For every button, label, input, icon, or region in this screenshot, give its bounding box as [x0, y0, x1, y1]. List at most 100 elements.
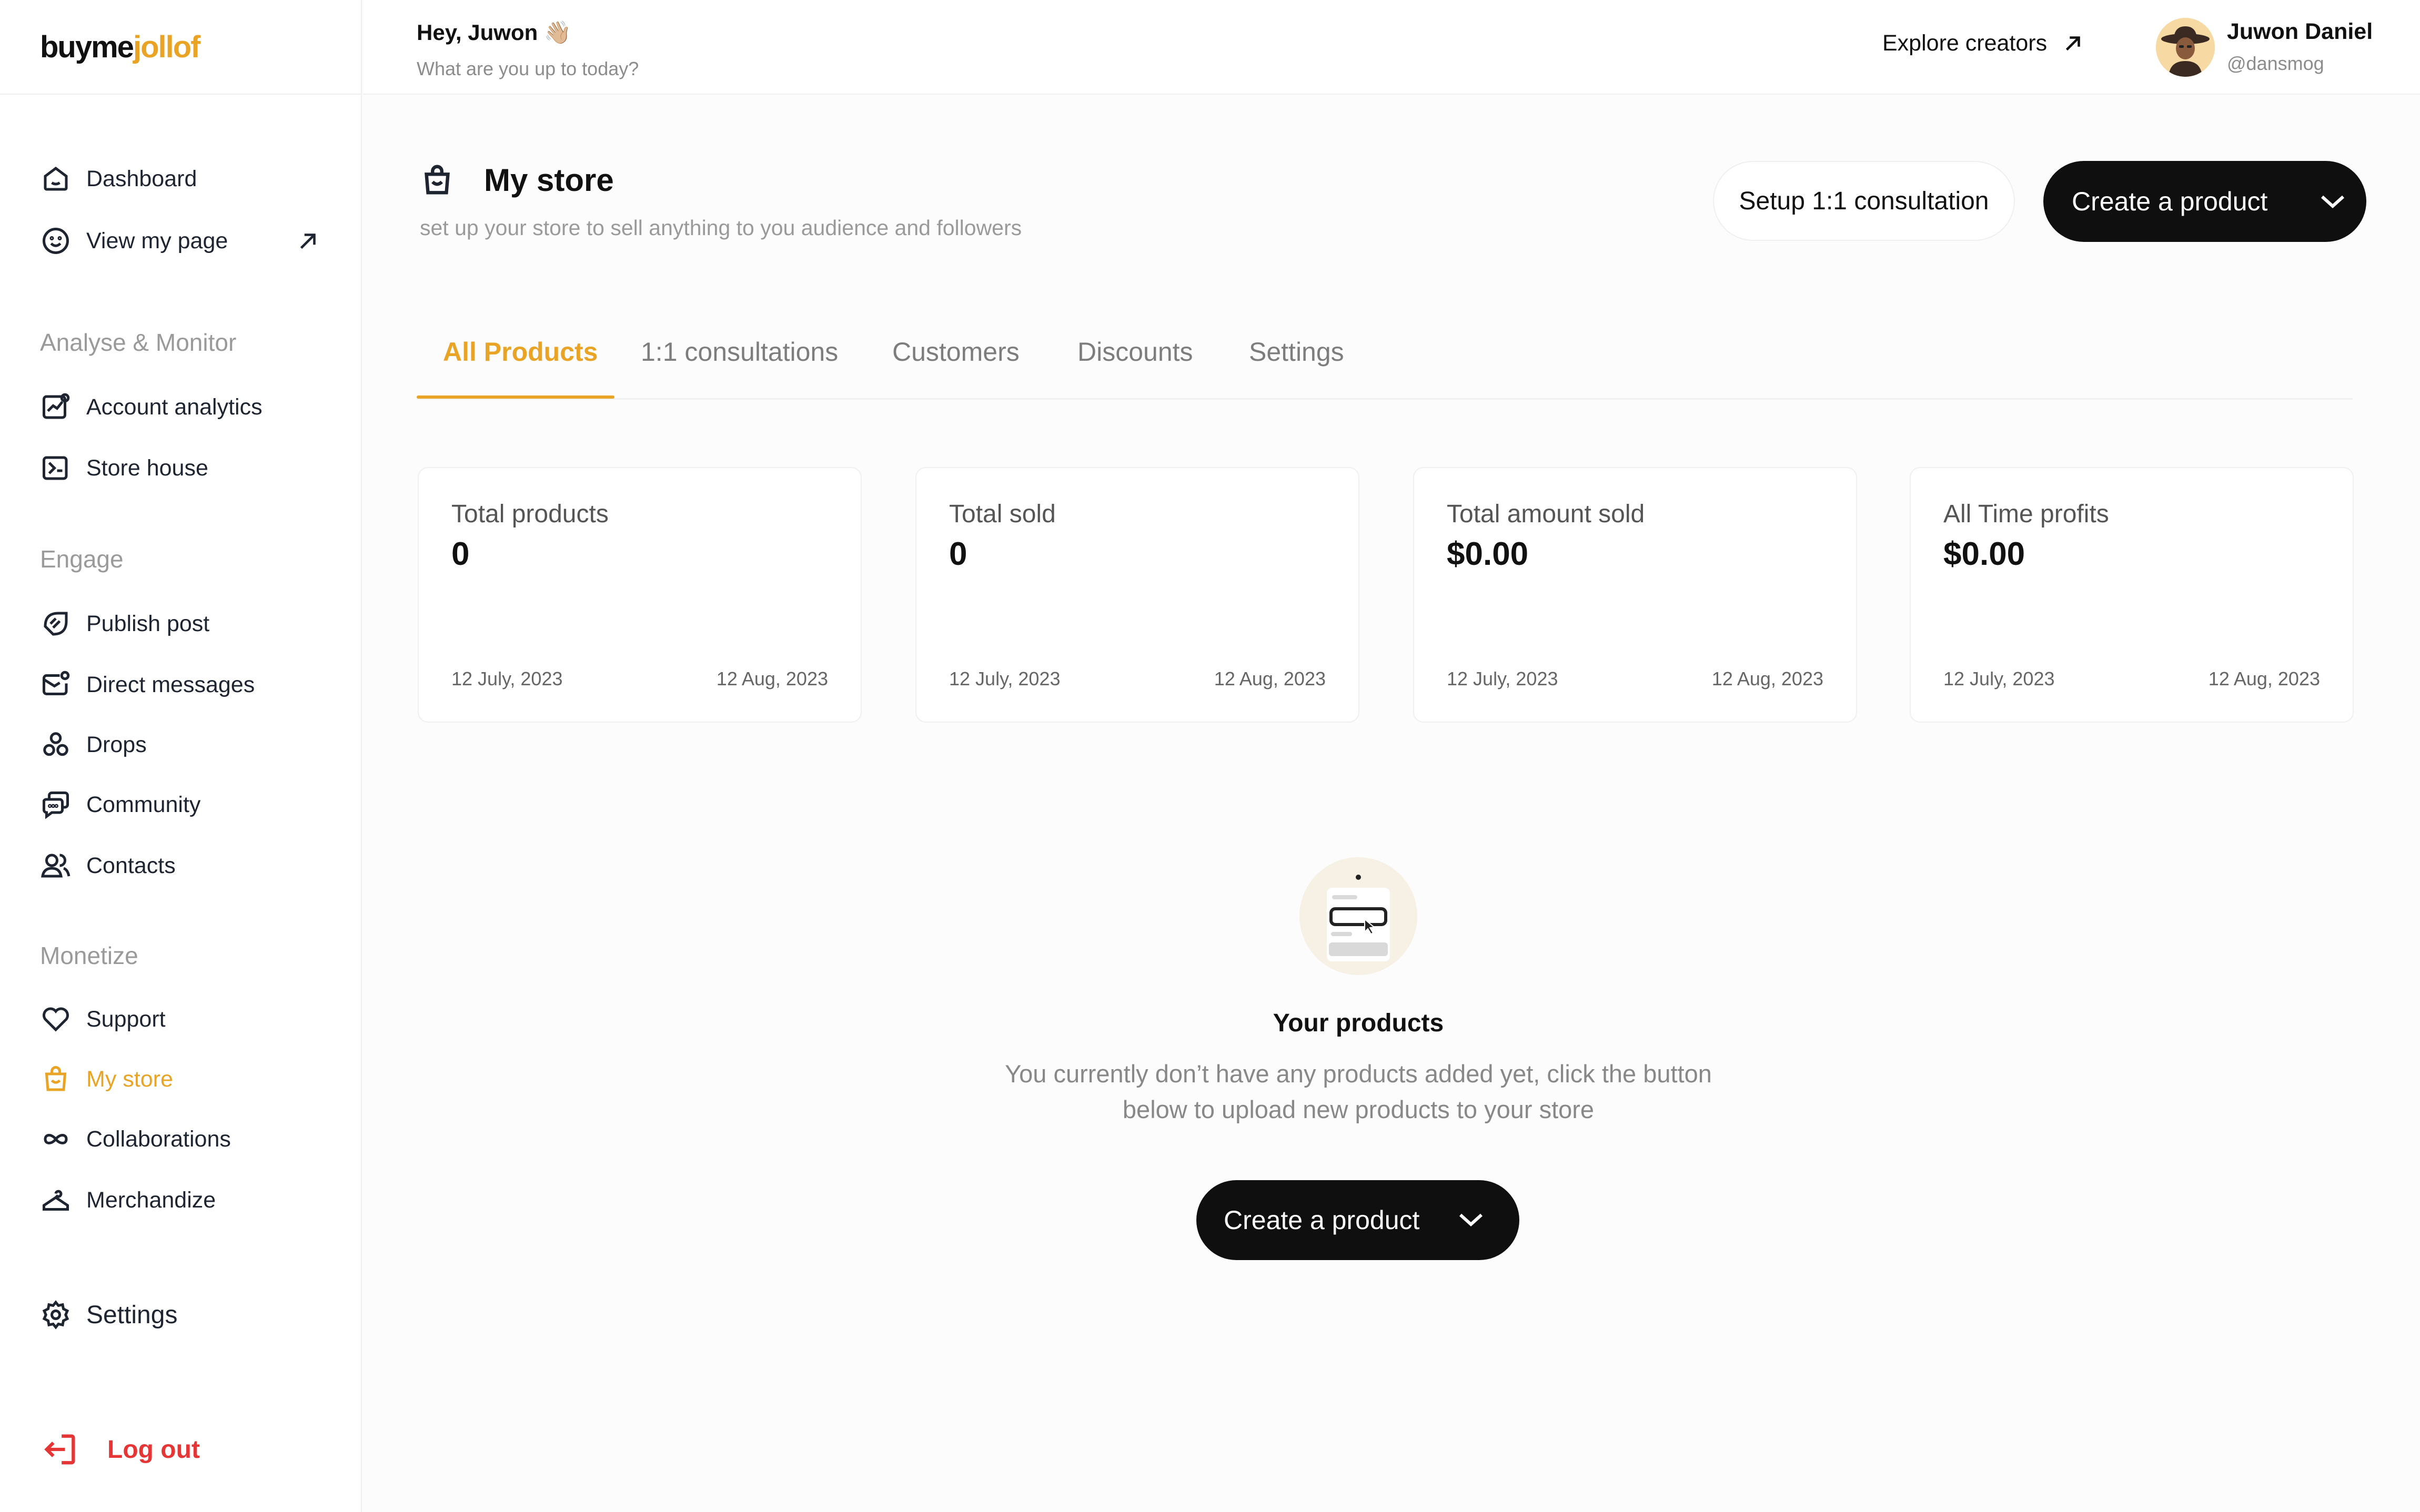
sidebar-item-label: Support — [86, 1006, 166, 1032]
sidebar-item-label: Settings — [86, 1301, 178, 1329]
sidebar-item-label: Store house — [86, 455, 208, 481]
brand-logo[interactable]: buymejollof — [40, 29, 200, 65]
sidebar-item-community[interactable]: Community — [40, 784, 200, 826]
sidebar-item-dashboard[interactable]: Dashboard — [40, 158, 197, 200]
infinity-icon — [40, 1123, 72, 1155]
logout-icon — [40, 1429, 80, 1469]
stat-value: $0.00 — [1447, 536, 1529, 572]
greeting-text: Hey, Juwon 👋🏼 — [417, 20, 572, 45]
empty-state-title: Your products — [1273, 1009, 1444, 1037]
empty-products-illustration-icon — [1299, 857, 1417, 975]
avatar-image — [2156, 18, 2215, 77]
stat-value: 0 — [949, 536, 967, 572]
chevron-down-icon — [1459, 1213, 1483, 1227]
stat-date-to: 12 Aug, 2023 — [716, 668, 828, 689]
smiley-icon — [40, 225, 72, 257]
sidebar-item-label: Direct messages — [86, 672, 255, 697]
page-title: My store — [484, 163, 614, 198]
home-icon — [40, 163, 72, 195]
sidebar-item-label: Dashboard — [86, 166, 197, 191]
stat-date-from: 12 July, 2023 — [949, 668, 1061, 689]
chevron-down-icon — [2321, 195, 2345, 209]
tab-all-products[interactable]: All Products — [443, 337, 598, 367]
section-label-monetize: Monetize — [40, 942, 138, 969]
sidebar-item-label: Account analytics — [86, 394, 263, 420]
tab-discounts[interactable]: Discounts — [1077, 337, 1193, 367]
message-icon — [40, 669, 72, 701]
external-arrow-icon — [295, 228, 321, 255]
community-icon — [40, 789, 72, 820]
stat-value: 0 — [451, 536, 470, 572]
top-header: Hey, Juwon 👋🏼 What are you up to today? … — [363, 0, 2420, 95]
stat-date-from: 12 July, 2023 — [451, 668, 563, 689]
external-arrow-icon — [2065, 36, 2080, 50]
bag-icon — [40, 1063, 72, 1095]
drops-icon — [40, 729, 72, 760]
avatar[interactable] — [2156, 18, 2215, 77]
sidebar-item-publish-post[interactable]: Publish post — [40, 603, 209, 645]
stat-card-total-amount-sold: Total amount sold $0.00 12 July, 2023 12… — [1413, 467, 1857, 723]
sidebar-item-support[interactable]: Support — [40, 998, 166, 1040]
tab-customers[interactable]: Customers — [892, 337, 1020, 367]
sidebar-item-label: Drops — [86, 732, 147, 757]
stat-title: Total amount sold — [1447, 500, 1645, 528]
sidebar-item-label: My store — [86, 1066, 173, 1092]
setup-consultation-label: Setup 1:1 consultation — [1739, 187, 1989, 215]
stat-date-from: 12 July, 2023 — [1943, 668, 2055, 689]
sidebar-item-contacts[interactable]: Contacts — [40, 845, 176, 887]
publish-icon — [40, 608, 72, 640]
logo-row: buymejollof — [0, 0, 362, 95]
user-name: Juwon Daniel — [2227, 19, 2373, 44]
store-tabs: All Products 1:1 consultations Customers… — [417, 326, 2353, 400]
logout-button[interactable]: Log out — [40, 1428, 200, 1470]
create-product-button-empty[interactable]: Create a product — [1196, 1180, 1519, 1260]
sidebar-item-store-house[interactable]: Store house — [40, 447, 208, 489]
explore-creators-label: Explore creators — [1882, 31, 2048, 56]
tab-settings[interactable]: Settings — [1249, 337, 1344, 367]
create-product-button[interactable]: Create a product — [2043, 161, 2366, 242]
empty-state-line: below to upload new products to your sto… — [1122, 1095, 1595, 1123]
stat-title: Total sold — [949, 500, 1056, 528]
section-label-analyse: Analyse & Monitor — [40, 329, 237, 356]
sidebar-item-direct-messages[interactable]: Direct messages — [40, 664, 255, 706]
stat-title: Total products — [451, 500, 609, 528]
sidebar-item-collaborations[interactable]: Collaborations — [40, 1118, 231, 1160]
setup-consultation-button[interactable]: Setup 1:1 consultation — [1713, 161, 2015, 241]
tab-consultations[interactable]: 1:1 consultations — [641, 337, 838, 367]
stat-value: $0.00 — [1943, 536, 2025, 572]
explore-creators-link[interactable]: Explore creators — [1882, 31, 2085, 56]
section-label-engage: Engage — [40, 545, 124, 573]
empty-state-description: You currently don’t have any products ad… — [363, 1056, 2354, 1128]
sidebar-item-drops[interactable]: Drops — [40, 724, 147, 766]
stat-card-total-sold: Total sold 0 12 July, 2023 12 Aug, 2023 — [915, 467, 1359, 723]
gear-icon — [40, 1299, 72, 1331]
create-product-label: Create a product — [1224, 1205, 1420, 1235]
logout-label: Log out — [107, 1435, 200, 1464]
stat-card-total-products: Total products 0 12 July, 2023 12 Aug, 2… — [418, 467, 862, 723]
create-product-label: Create a product — [2072, 187, 2268, 216]
brand-logo-part1: buyme — [40, 29, 134, 64]
stat-card-all-time-profits: All Time profits $0.00 12 July, 2023 12 … — [1910, 467, 2354, 723]
active-tab-indicator — [417, 395, 614, 399]
sidebar-item-settings[interactable]: Settings — [40, 1294, 177, 1336]
stat-date-to: 12 Aug, 2023 — [1711, 668, 1823, 689]
sidebar-item-view-my-page[interactable]: View my page — [40, 220, 228, 262]
page-subtitle: set up your store to sell anything to yo… — [420, 216, 1022, 240]
bag-icon — [419, 162, 456, 199]
heart-icon — [40, 1003, 72, 1035]
sidebar-item-label: Community — [86, 791, 201, 817]
stat-date-to: 12 Aug, 2023 — [1214, 668, 1326, 689]
stat-date-from: 12 July, 2023 — [1447, 668, 1558, 689]
analytics-icon — [40, 391, 72, 423]
contacts-icon — [40, 850, 72, 881]
sidebar-item-account-analytics[interactable]: Account analytics — [40, 386, 263, 428]
app-root: buymejollof Dashboard View my page Analy… — [0, 0, 2420, 1512]
hanger-icon — [40, 1184, 72, 1216]
greeting-subtitle: What are you up to today? — [417, 58, 639, 79]
sidebar: buymejollof Dashboard View my page Analy… — [0, 0, 362, 1512]
sidebar-item-label: Publish post — [86, 611, 210, 636]
stat-date-to: 12 Aug, 2023 — [2208, 668, 2320, 689]
sidebar-item-label: Collaborations — [86, 1126, 231, 1152]
sidebar-item-merchandize[interactable]: Merchandize — [40, 1179, 216, 1221]
sidebar-item-my-store[interactable]: My store — [40, 1058, 173, 1100]
